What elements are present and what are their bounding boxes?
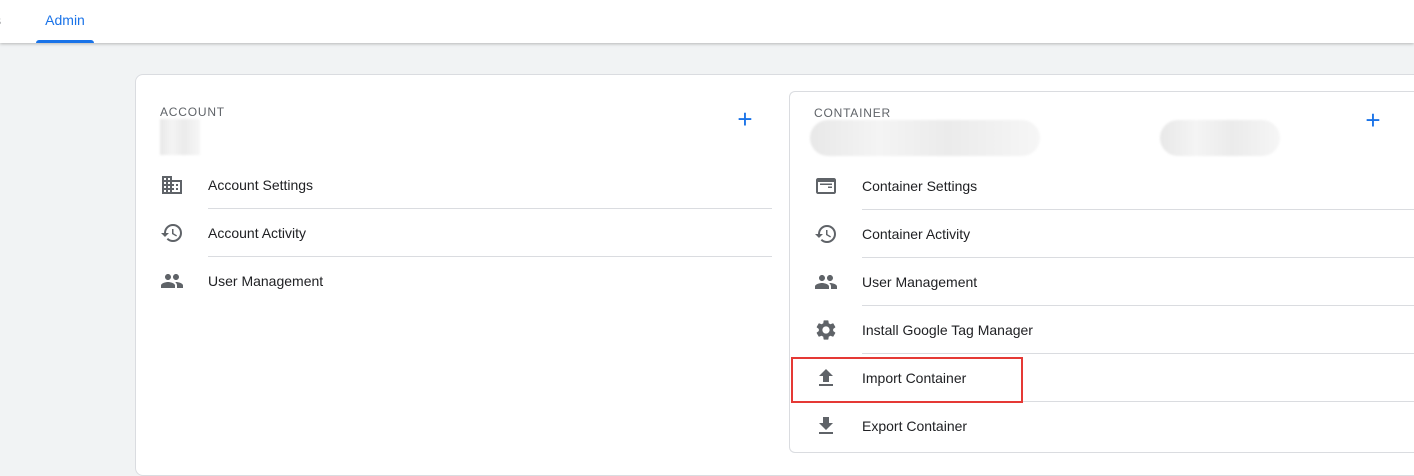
container-activity-item[interactable]: Container Activity: [790, 210, 1414, 258]
export-container-label: Export Container: [862, 418, 968, 434]
account-name-redacted: [160, 119, 200, 155]
account-user-management-label: User Management: [208, 273, 324, 289]
building-icon: [160, 173, 184, 197]
top-nav-bar: s Admin: [0, 0, 1414, 43]
history-icon: [814, 222, 838, 246]
import-container-label: Import Container: [862, 370, 967, 386]
account-menu: Account Settings Account Activity User M…: [160, 161, 772, 305]
gear-icon: [814, 318, 838, 342]
container-settings-item[interactable]: Container Settings: [790, 162, 1414, 210]
tab-admin-label: Admin: [45, 12, 85, 28]
account-user-management-item[interactable]: User Management: [160, 257, 772, 305]
tab-admin[interactable]: Admin: [36, 0, 94, 43]
container-settings-label: Container Settings: [862, 178, 978, 194]
container-column: CONTAINER + Container Settings Container…: [789, 91, 1414, 453]
admin-card: ACCOUNT + Account Settings Account Activ…: [135, 74, 1414, 476]
account-section-label: ACCOUNT: [160, 105, 225, 119]
download-icon: [814, 414, 838, 438]
account-activity-label: Account Activity: [208, 225, 307, 241]
container-id-redacted: [1160, 120, 1280, 156]
export-container-item[interactable]: Export Container: [790, 402, 1414, 450]
web-window-icon: [814, 174, 838, 198]
add-account-button[interactable]: +: [733, 106, 757, 132]
container-activity-label: Container Activity: [862, 226, 971, 242]
history-icon: [160, 221, 184, 245]
container-name-redacted: [810, 120, 1040, 156]
install-gtm-label: Install Google Tag Manager: [862, 322, 1033, 338]
people-icon: [814, 270, 838, 294]
container-menu: Container Settings Container Activity Us…: [790, 162, 1414, 450]
container-user-management-label: User Management: [862, 274, 978, 290]
install-gtm-item[interactable]: Install Google Tag Manager: [790, 306, 1414, 354]
upload-icon: [814, 366, 838, 390]
active-tab-indicator: [36, 40, 94, 43]
people-icon: [160, 269, 184, 293]
import-container-item[interactable]: Import Container: [790, 354, 1414, 402]
account-activity-item[interactable]: Account Activity: [160, 209, 772, 257]
add-container-button[interactable]: +: [1361, 107, 1385, 133]
container-section-label: CONTAINER: [814, 106, 891, 120]
account-settings-label: Account Settings: [208, 177, 314, 193]
account-settings-item[interactable]: Account Settings: [160, 161, 772, 209]
account-column: ACCOUNT + Account Settings Account Activ…: [160, 91, 772, 451]
tab-partial[interactable]: s: [0, 0, 1, 43]
container-user-management-item[interactable]: User Management: [790, 258, 1414, 306]
